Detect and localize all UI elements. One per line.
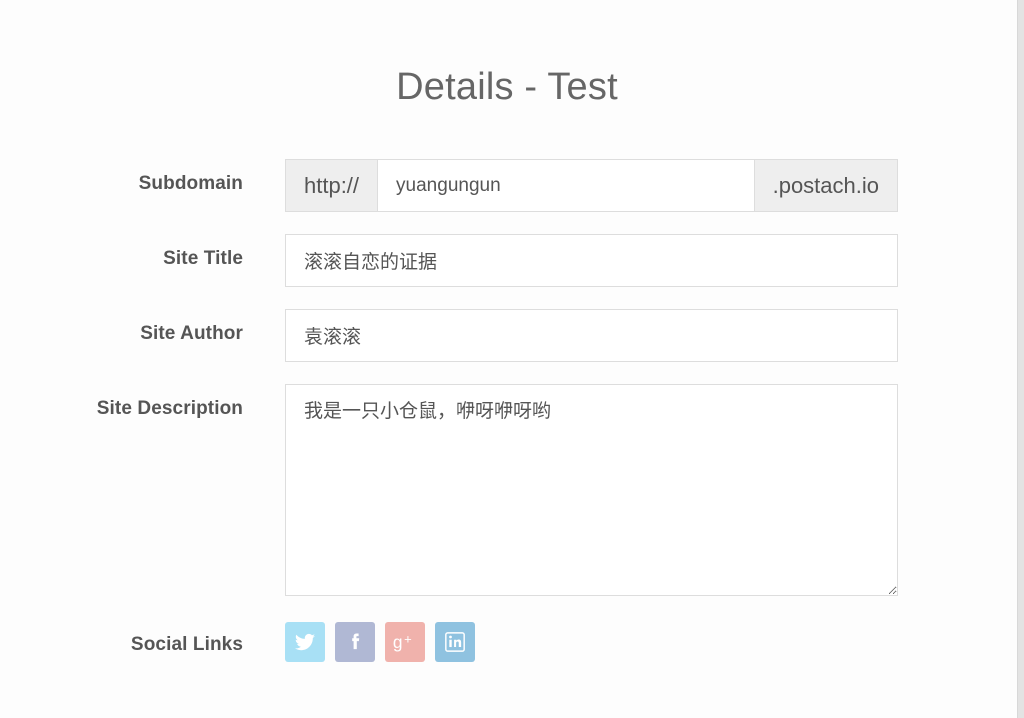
- social-links-control: g +: [285, 618, 475, 662]
- form-row-site-description: Site Description: [0, 384, 1018, 596]
- subdomain-control: http:// .postach.io: [285, 159, 898, 212]
- site-title-control: [285, 234, 898, 287]
- form-row-site-title: Site Title: [0, 234, 1018, 287]
- linkedin-icon: [444, 631, 466, 653]
- site-description-control: [285, 384, 898, 596]
- site-author-input[interactable]: [285, 309, 898, 362]
- svg-text:+: +: [404, 632, 412, 647]
- page-title: Details - Test: [396, 66, 618, 108]
- svg-text:g: g: [393, 632, 403, 652]
- subdomain-suffix-addon: .postach.io: [754, 159, 898, 212]
- site-description-textarea[interactable]: [285, 384, 898, 596]
- page-right-edge: [1017, 0, 1024, 718]
- subdomain-prefix-addon: http://: [285, 159, 378, 212]
- subdomain-label: Subdomain: [138, 173, 243, 194]
- site-author-label: Site Author: [140, 323, 243, 344]
- details-page: Details - Test Subdomain http:// .postac…: [0, 0, 1018, 718]
- google-plus-icon: g +: [392, 630, 418, 654]
- social-links-label: Social Links: [130, 634, 243, 655]
- social-link-twitter[interactable]: [285, 622, 325, 662]
- site-description-label: Site Description: [96, 398, 243, 419]
- social-link-linkedin[interactable]: [435, 622, 475, 662]
- site-details-form: Subdomain http:// .postach.io Site Title…: [0, 159, 1018, 662]
- social-link-google-plus[interactable]: g +: [385, 622, 425, 662]
- subdomain-input-group: http:// .postach.io: [285, 159, 898, 212]
- form-row-subdomain: Subdomain http:// .postach.io: [0, 159, 1018, 212]
- subdomain-input[interactable]: [377, 159, 755, 212]
- facebook-icon: [343, 630, 367, 654]
- site-title-input[interactable]: [285, 234, 898, 287]
- social-links-list: g +: [285, 618, 475, 662]
- site-title-label: Site Title: [163, 248, 243, 269]
- form-row-social-links: Social Links g +: [0, 618, 1018, 662]
- site-author-control: [285, 309, 898, 362]
- social-link-facebook[interactable]: [335, 622, 375, 662]
- form-row-site-author: Site Author: [0, 309, 1018, 362]
- twitter-icon: [293, 630, 317, 654]
